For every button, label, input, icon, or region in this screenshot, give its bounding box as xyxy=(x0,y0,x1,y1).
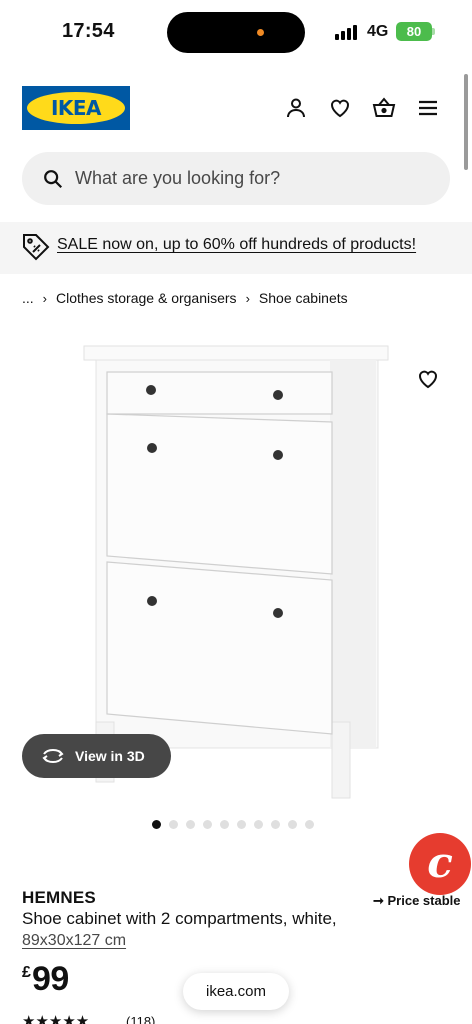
chevron-right-icon: › xyxy=(42,290,48,306)
carousel-dot[interactable] xyxy=(305,820,314,829)
product-description: Shoe cabinet with 2 compartments, white, xyxy=(22,909,337,928)
heart-icon[interactable] xyxy=(328,96,352,120)
page-scrollbar[interactable] xyxy=(464,74,468,170)
view-in-3d-label: View in 3D xyxy=(75,748,145,764)
price-tag-icon xyxy=(23,234,50,261)
rotate-3d-icon xyxy=(42,748,64,764)
camera-indicator-icon xyxy=(257,29,264,36)
breadcrumb-item-clothes-storage[interactable]: Clothes storage & organisers xyxy=(56,290,237,306)
logo-text: IKEA xyxy=(50,96,102,120)
battery-icon: 80 xyxy=(396,22,432,41)
status-bar: 17:54 4G 80 xyxy=(0,0,472,64)
ikea-logo[interactable]: IKEA xyxy=(22,86,130,130)
menu-icon[interactable] xyxy=(416,96,440,120)
browser-url-bar[interactable]: ikea.com xyxy=(183,973,289,1010)
product-image[interactable] xyxy=(82,342,390,800)
product-dimensions-link[interactable]: 89x30x127 cm xyxy=(22,932,126,950)
product-name: HEMNES xyxy=(22,888,96,907)
carousel-dot[interactable] xyxy=(288,820,297,829)
carousel-dot[interactable] xyxy=(271,820,280,829)
price-tracker-extension-button[interactable]: c xyxy=(409,833,471,895)
carousel-dot[interactable] xyxy=(152,820,161,829)
carousel-dot[interactable] xyxy=(220,820,229,829)
wishlist-heart-icon[interactable] xyxy=(416,367,440,391)
review-count[interactable]: (118) xyxy=(126,1014,155,1024)
extension-logo-icon: c xyxy=(427,838,453,887)
view-in-3d-button[interactable]: View in 3D xyxy=(22,734,171,778)
account-icon[interactable] xyxy=(284,96,308,120)
status-time: 17:54 xyxy=(62,20,115,42)
breadcrumb: ... › Clothes storage & organisers › Sho… xyxy=(22,290,348,306)
breadcrumb-item-shoe-cabinets[interactable]: Shoe cabinets xyxy=(259,290,348,306)
price-stable-label: ➞ Price stable xyxy=(373,893,461,908)
rating-stars[interactable]: ★★★★★ xyxy=(22,1012,89,1024)
carousel-dot[interactable] xyxy=(237,820,246,829)
chevron-right-icon: › xyxy=(245,290,250,306)
search-icon xyxy=(44,170,63,189)
price-status-text: Price stable xyxy=(387,893,461,908)
price-value: 99 xyxy=(32,960,69,998)
price-currency: £ xyxy=(22,964,31,981)
search-placeholder: What are you looking for? xyxy=(75,168,281,188)
signal-icon xyxy=(335,24,360,40)
carousel-dot[interactable] xyxy=(203,820,212,829)
network-type: 4G xyxy=(367,23,389,40)
sale-banner-link[interactable]: SALE now on, up to 60% off hundreds of p… xyxy=(57,236,416,254)
carousel-dot[interactable] xyxy=(169,820,178,829)
image-carousel-indicator[interactable] xyxy=(152,820,314,829)
battery-tip xyxy=(432,28,435,35)
breadcrumb-ellipsis[interactable]: ... xyxy=(22,290,34,306)
basket-icon[interactable] xyxy=(372,96,396,120)
dynamic-island xyxy=(167,12,305,53)
carousel-dot[interactable] xyxy=(186,820,195,829)
carousel-dot[interactable] xyxy=(254,820,263,829)
